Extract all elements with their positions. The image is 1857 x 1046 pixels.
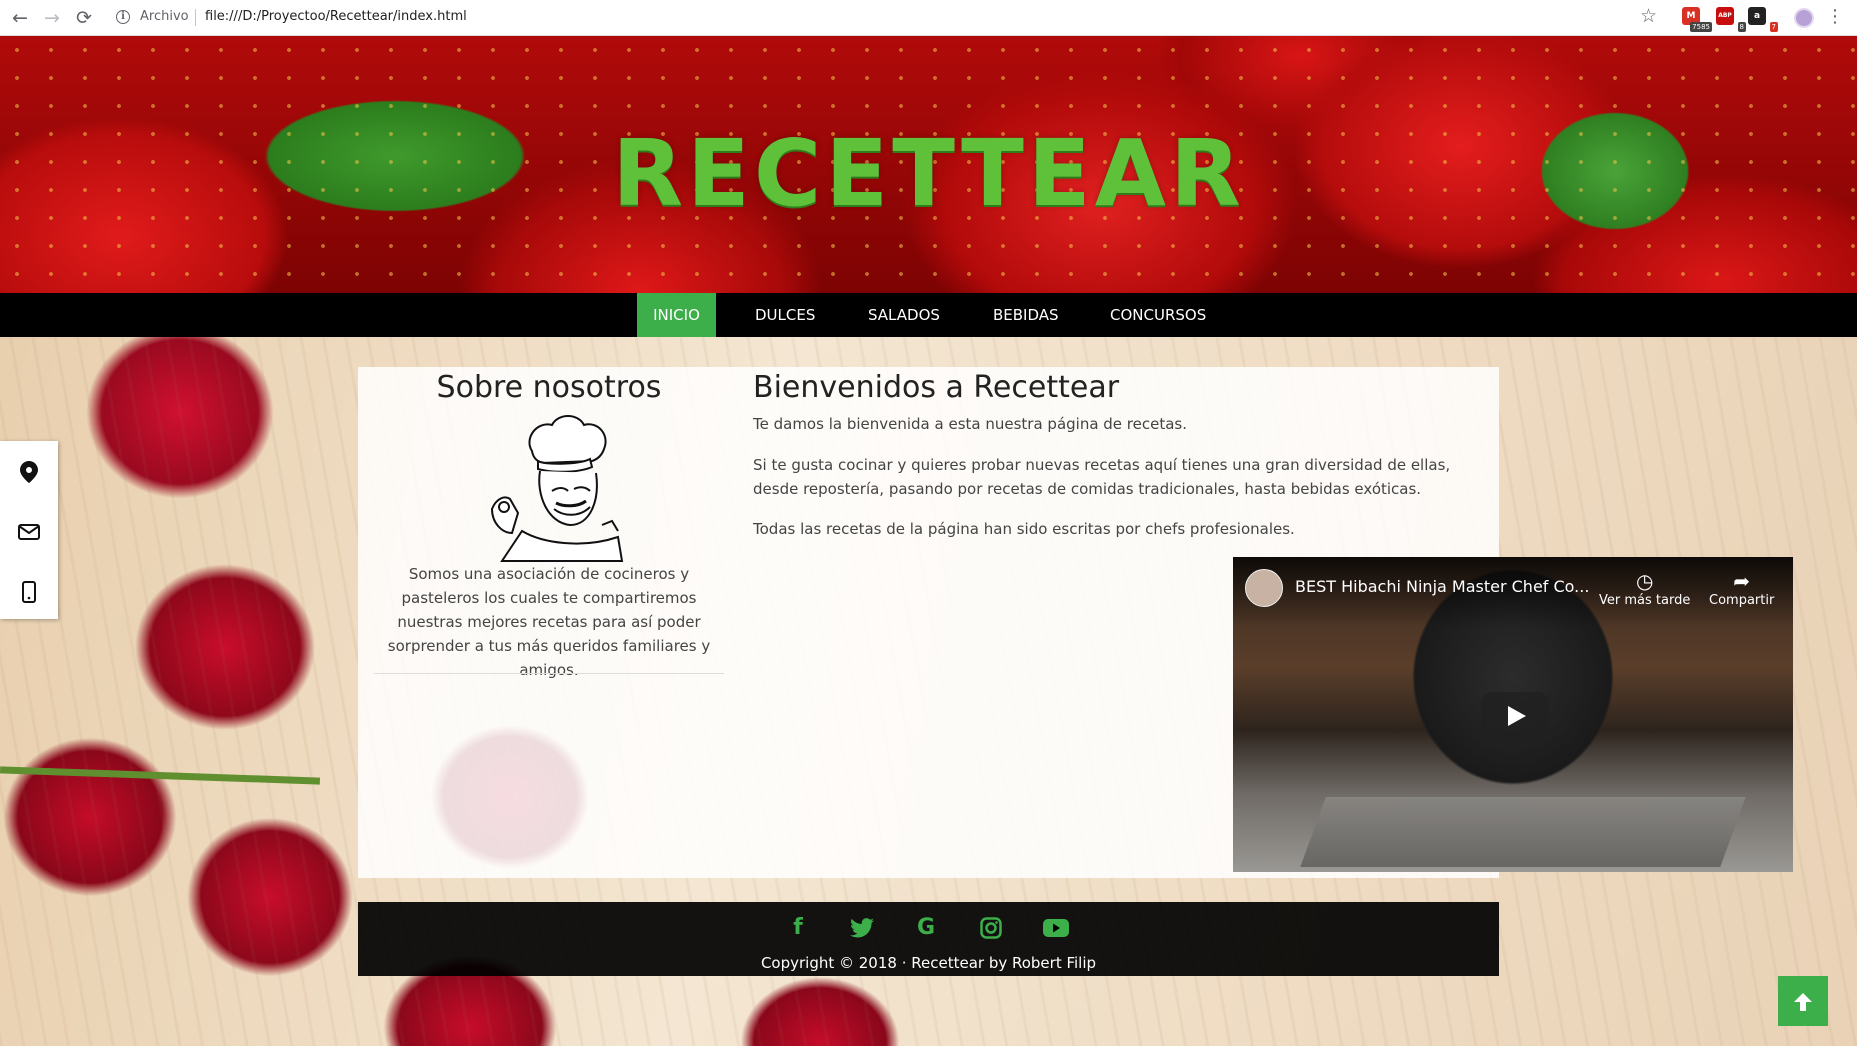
hero-banner: RECETTEAR: [0, 36, 1857, 293]
video-frame-grill: [1300, 797, 1746, 867]
instagram-icon[interactable]: [975, 912, 1007, 944]
map-marker-icon[interactable]: [0, 441, 58, 499]
adblock-extension-badge: 8: [1737, 22, 1746, 32]
amazon-extension-badge: 7: [1769, 22, 1778, 32]
welcome-paragraph-3: Todas las recetas de la página han sido …: [753, 520, 1295, 538]
back-arrow-icon[interactable]: ←: [8, 6, 32, 30]
twitter-icon[interactable]: [846, 912, 878, 944]
site-footer: f G Copyright © 2018 · Recettear by Robe…: [358, 902, 1499, 976]
adblock-extension-icon[interactable]: ABP 8: [1716, 7, 1746, 32]
about-section: Sobre nosotros Somos una asociación de c…: [374, 367, 724, 679]
reload-icon[interactable]: ⟳: [72, 6, 96, 30]
arrow-up-icon: [1794, 992, 1812, 1011]
gmail-extension-badge: 7585: [1690, 22, 1712, 32]
nav-item-inicio[interactable]: INICIO: [637, 293, 716, 337]
nav-item-dulces[interactable]: DULCES: [740, 293, 830, 337]
mobile-phone-icon[interactable]: [0, 561, 58, 619]
browser-menu-icon[interactable]: ⋮: [1826, 6, 1844, 27]
share-arrow-icon: ➦: [1733, 569, 1751, 593]
envelope-icon[interactable]: [0, 501, 58, 559]
site-scheme-label[interactable]: Archivo: [140, 9, 189, 24]
clock-icon: ◷: [1635, 569, 1654, 593]
address-bar-url[interactable]: file:///D:/Proyectoo/Recettear/index.htm…: [205, 9, 467, 24]
watch-later-button[interactable]: ◷ Ver más tarde: [1599, 569, 1690, 608]
chef-illustration: [490, 415, 624, 562]
play-button-icon[interactable]: [1481, 692, 1549, 740]
share-label: Compartir: [1709, 593, 1775, 608]
side-contact-bar: [0, 441, 58, 619]
facebook-icon[interactable]: f: [782, 912, 814, 944]
video-title[interactable]: BEST Hibachi Ninja Master Chef Co...: [1295, 577, 1589, 596]
gmail-extension-icon[interactable]: M 7585: [1682, 7, 1712, 32]
about-divider: [374, 673, 724, 674]
profile-avatar[interactable]: [1794, 8, 1814, 28]
address-separator: [195, 9, 196, 26]
forward-arrow-icon[interactable]: →: [40, 6, 64, 30]
main-content-panel: Sobre nosotros Somos una asociación de c…: [358, 367, 1793, 878]
amazon-extension-glyph: a: [1748, 7, 1766, 25]
welcome-paragraph-2: Si te gusta cocinar y quieres probar nue…: [753, 456, 1451, 498]
back-to-top-button[interactable]: [1778, 976, 1828, 1026]
welcome-title: Bienvenidos a Recettear: [753, 370, 1120, 405]
nav-item-concursos[interactable]: CONCURSOS: [1095, 293, 1221, 337]
share-button[interactable]: ➦ Compartir: [1709, 569, 1774, 608]
site-title: RECETTEAR: [612, 120, 1245, 227]
google-icon[interactable]: G: [910, 912, 942, 944]
nav-item-salados[interactable]: SALADOS: [853, 293, 955, 337]
bookmark-star-icon[interactable]: ☆: [1640, 5, 1657, 27]
embedded-video-player[interactable]: BEST Hibachi Ninja Master Chef Co... ◷ V…: [1233, 557, 1793, 872]
youtube-icon[interactable]: [1040, 912, 1072, 944]
about-text: Somos una asociación de cocineros y past…: [387, 565, 711, 679]
nav-item-bebidas[interactable]: BEBIDAS: [978, 293, 1074, 337]
browser-toolbar: ← → ⟳ i Archivo file:///D:/Proyectoo/Rec…: [0, 0, 1857, 36]
channel-avatar[interactable]: [1245, 569, 1283, 607]
site-info-icon[interactable]: i: [116, 10, 130, 24]
main-navbar: INICIO DULCES SALADOS BEBIDAS CONCURSOS: [0, 293, 1857, 337]
about-title: Sobre nosotros: [436, 370, 662, 405]
amazon-extension-icon[interactable]: a 7: [1748, 7, 1778, 32]
welcome-section: Bienvenidos a Recettear Te damos la bien…: [753, 367, 1793, 872]
watch-later-label: Ver más tarde: [1599, 593, 1691, 608]
copyright-text: Copyright © 2018 · Recettear by Robert F…: [760, 954, 1097, 972]
welcome-paragraph-1: Te damos la bienvenida a esta nuestra pá…: [753, 415, 1188, 433]
adblock-extension-glyph: ABP: [1716, 7, 1734, 25]
